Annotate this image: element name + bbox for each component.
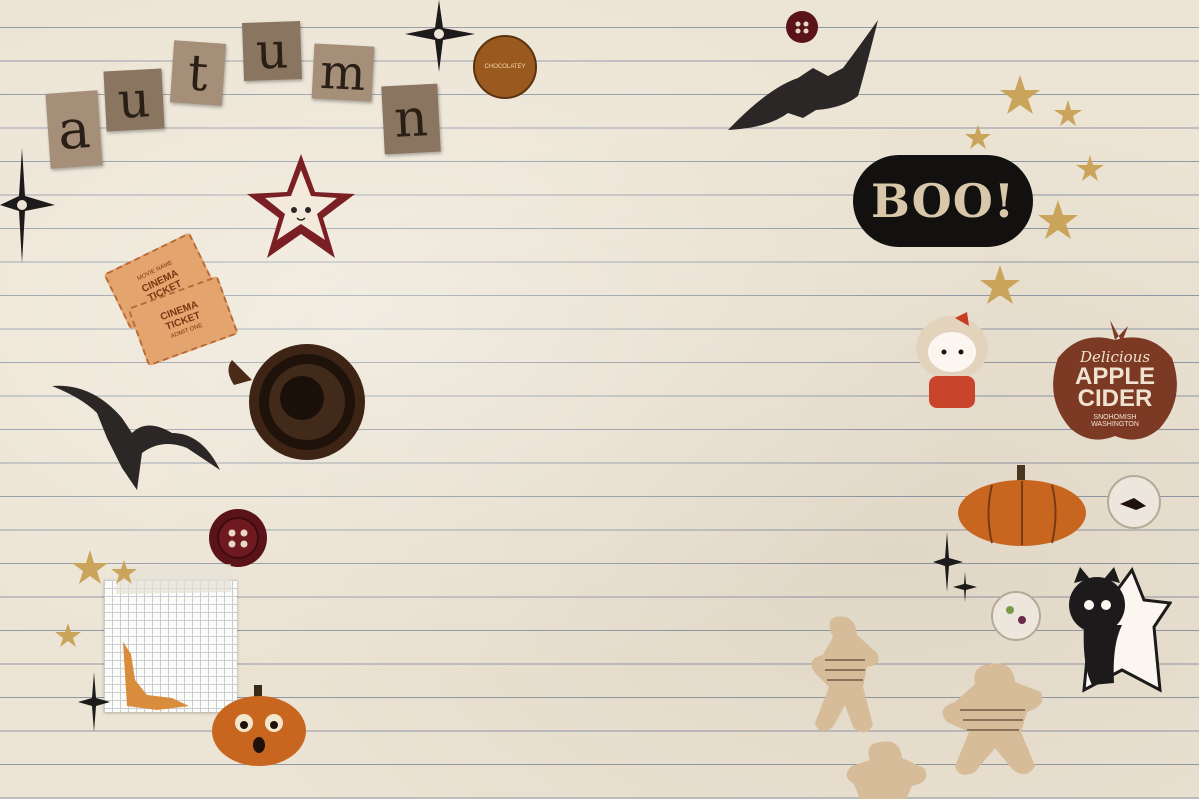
chocolatey-badge: CHOCOLATEY	[473, 35, 537, 99]
scrapbook-canvas: a u t u m n CHOCOLATEY MOVIE NAME CINEMA…	[0, 0, 1199, 799]
round-pin-icon	[991, 591, 1041, 641]
letter-u: u	[103, 68, 165, 132]
apple-cider-label: Delicious APPLE CIDER SNOHOMISH WASHINGT…	[1050, 318, 1180, 448]
sparkle-icon	[0, 148, 55, 263]
letter-u-2: u	[242, 21, 302, 81]
gingerbread-music-icon	[811, 616, 879, 733]
letter-n: n	[381, 83, 441, 155]
cat-star-icon	[247, 154, 355, 258]
cider-snohomish: SNOHOMISH	[1093, 414, 1137, 421]
coffee-cup-icon	[228, 344, 365, 460]
bat-icon	[728, 20, 878, 130]
boo-speech-bubble: BOO!	[853, 155, 1033, 247]
gingerbread-music-icon	[846, 741, 927, 799]
cider-text: Delicious APPLE CIDER SNOHOMISH WASHINGT…	[1050, 318, 1180, 428]
button-icon	[209, 509, 267, 567]
gold-stars-icon	[55, 550, 137, 647]
jack-o-lantern-icon	[212, 685, 306, 766]
sparkle-icon	[78, 672, 110, 732]
cat-icon	[123, 642, 189, 710]
sparkle-icon	[405, 0, 475, 72]
black-cat-star-icon	[1069, 566, 1172, 693]
bat-icon	[52, 385, 220, 490]
cider-washington: WASHINGTON	[1091, 421, 1139, 428]
sparkle-icon	[933, 532, 977, 602]
round-pin-icon	[1107, 475, 1161, 529]
cider-cider: CIDER	[1077, 385, 1153, 412]
letter-m: m	[311, 43, 375, 102]
badge-text: CHOCOLATEY	[484, 64, 526, 70]
boo-text: BOO!	[870, 174, 1016, 228]
gingerbread-music-icon	[942, 663, 1043, 775]
letter-t: t	[169, 40, 227, 106]
kitty-doll-icon	[916, 312, 988, 408]
